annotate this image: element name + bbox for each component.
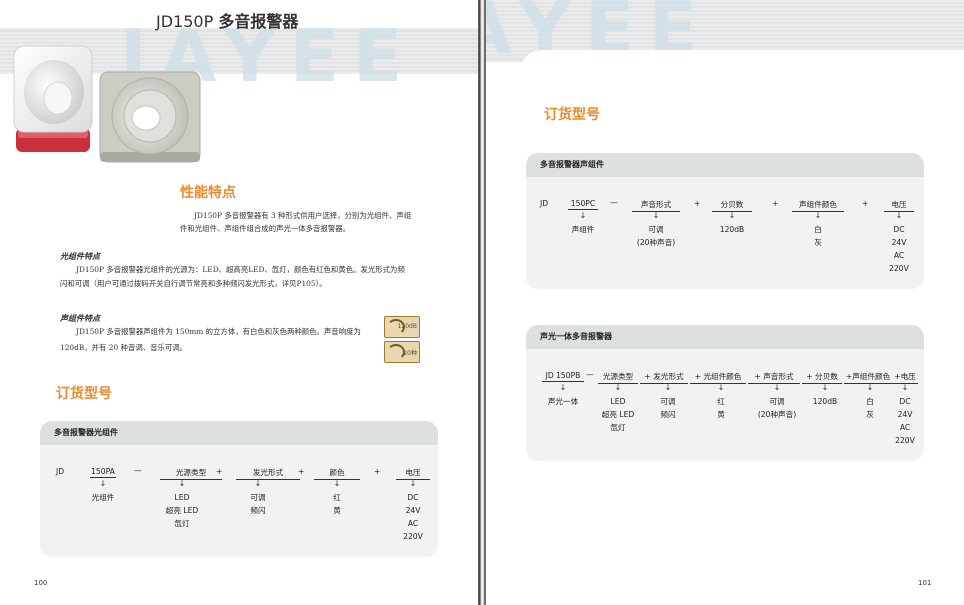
code-model: JD 150PB bbox=[542, 371, 584, 382]
arrow-down-icon: ↓ bbox=[901, 383, 909, 392]
arrow-down-icon: ↓ bbox=[652, 211, 660, 220]
sound-text-line-1: JD150P 多音报警器声组件为 150mm 的立方体，有白色和灰色两种颜色。声… bbox=[76, 327, 361, 336]
left-page: JAYEE JD150P 多音报警器 性能特点 JD150P 多音报警器有 3 … bbox=[0, 0, 478, 605]
code-plus: + bbox=[694, 199, 701, 208]
sound-module-heading: 声组件特点 bbox=[60, 314, 100, 323]
value-sound-mode: 可调 (20种声音) bbox=[636, 225, 676, 247]
light-module-heading: 光组件特点 bbox=[60, 252, 100, 261]
code-dash: — bbox=[586, 370, 594, 379]
arrow-down-icon: ↓ bbox=[409, 479, 417, 488]
code-plus: + bbox=[298, 467, 305, 476]
code-plus: + bbox=[772, 199, 779, 208]
value-model: 声组件 bbox=[571, 225, 595, 234]
value-decibel: 120dB bbox=[719, 225, 745, 234]
value-light-color: 红黄 bbox=[717, 397, 725, 419]
page-corner bbox=[520, 50, 964, 90]
code-dash: — bbox=[134, 466, 142, 475]
order-heading: 订货型号 bbox=[544, 107, 600, 123]
value-decibel: 120dB bbox=[812, 397, 838, 406]
code-plus: + bbox=[216, 467, 223, 476]
arrow-down-icon: ↓ bbox=[99, 479, 107, 488]
features-heading: 性能特点 bbox=[180, 185, 236, 201]
value-sound-color: 白灰 bbox=[814, 225, 822, 247]
arrow-down-icon: ↓ bbox=[895, 211, 903, 220]
arrow-down-icon: ↓ bbox=[664, 383, 672, 392]
arrow-down-icon: ↓ bbox=[866, 383, 874, 392]
order-heading: 订货型号 bbox=[56, 386, 112, 402]
sound-module-order-card: 多音报警器声组件 JD 150PC — 声音形式 + 分贝数 + 声组件颜色 +… bbox=[526, 153, 924, 289]
code-plus: + bbox=[374, 467, 381, 476]
sound-wave-icon bbox=[387, 344, 405, 360]
value-voltage: DC 24V AC 220V bbox=[889, 225, 909, 273]
title-code: JD150P bbox=[156, 12, 214, 31]
card-title: 多音报警器声组件 bbox=[526, 153, 924, 177]
value-sound-color: 白灰 bbox=[866, 397, 874, 419]
value-color: 红黄 bbox=[333, 493, 341, 515]
arrow-down-icon: ↓ bbox=[814, 211, 822, 220]
page-title: JD150P 多音报警器 bbox=[156, 8, 298, 32]
right-page: AYEE 订货型号 多音报警器声组件 JD 150PC — 声音形式 + 分贝数… bbox=[486, 0, 964, 605]
tone-badge: 20种 bbox=[384, 341, 420, 363]
arrow-down-icon: ↓ bbox=[559, 383, 567, 392]
card-title: 多音报警器光组件 bbox=[40, 421, 438, 445]
grey-alarm-image bbox=[99, 71, 201, 163]
value-model: 声光一体 bbox=[547, 397, 579, 406]
value-light-mode: 可调 频闪 bbox=[250, 493, 266, 515]
arrow-down-icon: ↓ bbox=[579, 211, 587, 220]
code-model: 150PA bbox=[90, 467, 116, 478]
code-model: 150PC bbox=[568, 199, 598, 210]
value-voltage: DC 24V AC 220V bbox=[403, 493, 423, 541]
decibel-badge: 120dB bbox=[384, 316, 420, 338]
combined-alarm-order-card: 声光一体多音报警器 JD 150PB — 光源类型 + 发光形式 + 光组件颜色… bbox=[526, 325, 924, 461]
value-model: 光组件 bbox=[91, 493, 115, 502]
arrow-down-icon: ↓ bbox=[773, 383, 781, 392]
book-gutter bbox=[478, 0, 486, 605]
arrow-down-icon: ↓ bbox=[614, 383, 622, 392]
code-dash: — bbox=[610, 198, 618, 207]
title-name: 多音报警器 bbox=[218, 12, 299, 31]
arrow-down-icon: ↓ bbox=[254, 479, 262, 488]
value-light-source: LED 超亮 LED 氙灯 bbox=[601, 397, 635, 432]
features-text-line-2: 件和光组件、声组件组合成的声光一体多音报警器。 bbox=[180, 224, 350, 233]
arrow-down-icon: ↓ bbox=[178, 479, 186, 488]
white-alarm-image bbox=[13, 45, 93, 152]
arrow-down-icon: ↓ bbox=[728, 211, 736, 220]
value-light-source: LED 超亮 LED 氙灯 bbox=[165, 493, 199, 528]
arrow-down-icon: ↓ bbox=[821, 383, 829, 392]
light-text-line-2: 闪和可调（用户可通过拨码开关自行调节常亮和多种频闪发光形式，详见P105）。 bbox=[60, 279, 327, 288]
value-sound-mode: 可调 (20种声音) bbox=[757, 397, 797, 419]
sound-text-line-2: 120dB，并有 20 种音调、音乐可调。 bbox=[60, 343, 188, 352]
page-number: 100 bbox=[34, 579, 48, 587]
arrow-down-icon: ↓ bbox=[333, 479, 341, 488]
code-prefix: JD bbox=[540, 199, 549, 208]
arrow-down-icon: ↓ bbox=[717, 383, 725, 392]
light-text-line-1: JD150P 多音报警器光组件的光源为：LED、超高亮LED、氙灯，颜色有红色和… bbox=[76, 265, 405, 274]
light-module-order-card: 多音报警器光组件 JD 150PA — 光源类型 + 发光形式 + 颜色 + 电… bbox=[40, 421, 438, 557]
code-prefix: JD bbox=[56, 467, 65, 476]
code-plus: + bbox=[862, 199, 869, 208]
value-light-mode: 可调 频闪 bbox=[660, 397, 676, 419]
card-title: 声光一体多音报警器 bbox=[526, 325, 924, 349]
value-voltage: DC 24V AC 220V bbox=[895, 397, 915, 445]
page-number: 101 bbox=[918, 579, 932, 587]
